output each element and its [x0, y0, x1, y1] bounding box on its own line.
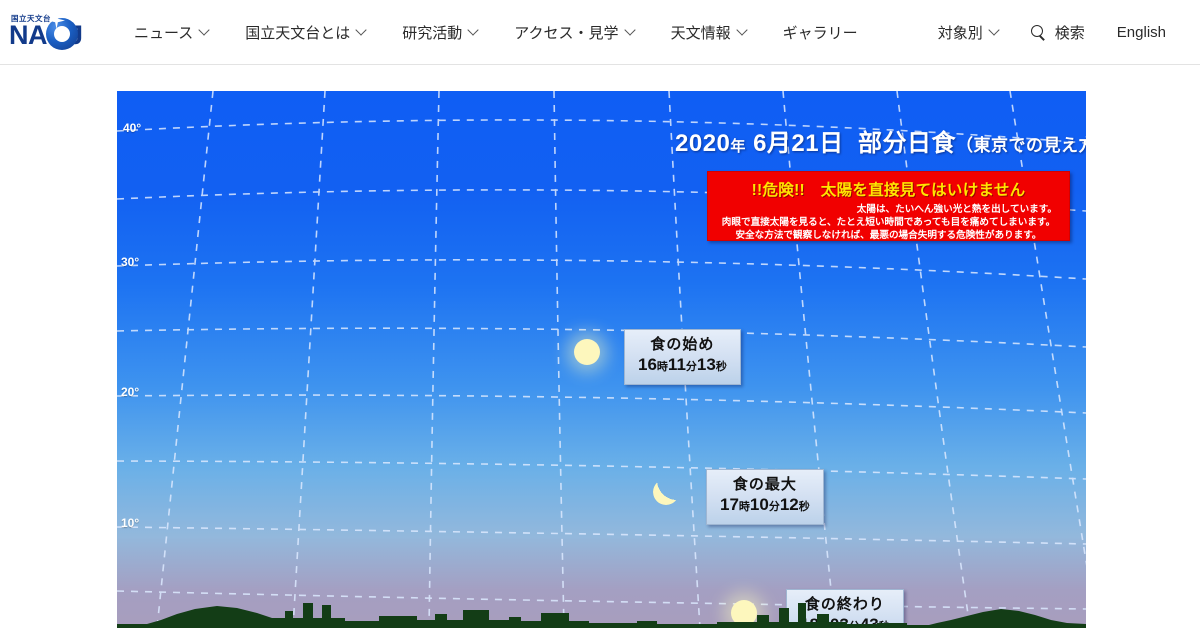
eclipse-figure-container: 40° 30° 20° 10° 2020年 6月21日 部分日食（東京での見え方…: [0, 65, 1200, 628]
chevron-down-icon: [200, 26, 209, 35]
nav-item-access[interactable]: アクセス・見学: [496, 0, 652, 65]
warning-line-3: 安全な方法で観察しなければ、最悪の場合失明する危険性があります。: [735, 230, 1042, 241]
horizon-silhouette: [117, 603, 1086, 628]
event-time-eclipse-start: 16時11分13秒: [638, 355, 727, 374]
chevron-down-icon: [738, 26, 747, 35]
utility-navigation: 対象別 検索 English: [922, 0, 1182, 65]
altitude-label-10: 10°: [121, 516, 140, 530]
figure-title-event: 部分日食: [857, 130, 956, 157]
nav-item-astro-info[interactable]: 天文情報: [653, 0, 765, 65]
figure-title: 2020年 6月21日 部分日食（東京での見え方）: [675, 123, 1086, 158]
altitude-label-30: 30°: [121, 255, 140, 269]
event-name-eclipse-start: 食の始め: [650, 336, 715, 353]
nav-item-label: ニュース: [134, 24, 194, 42]
chevron-down-icon: [626, 26, 635, 35]
search-icon: [1030, 25, 1046, 40]
language-english-link[interactable]: English: [1101, 0, 1182, 65]
figure-title-date: 6月21日: [753, 130, 844, 157]
nav-item-label: 対象別: [937, 25, 983, 42]
figure-title-note: （東京での見え方）: [955, 136, 1086, 155]
warning-heading: !!危険!! 太陽を直接見てはいけません: [751, 182, 1026, 199]
nav-item-about[interactable]: 国立天文台とは: [227, 0, 384, 65]
warning-line-1: 太陽は、たいへん強い光と熱を出しています。: [856, 204, 1057, 215]
chevron-down-icon: [469, 26, 478, 35]
event-box-eclipse-start: 食の始め 16時11分13秒: [624, 329, 741, 385]
search-label: 検索: [1054, 25, 1085, 42]
warning-line-2: 肉眼で直接太陽を見ると、たとえ短い時間であっても目を痛めてしまいます。: [721, 217, 1056, 228]
event-name-eclipse-maximum: 食の最大: [732, 476, 797, 493]
nav-item-label: 研究活動: [402, 24, 463, 42]
nav-item-research[interactable]: 研究活動: [384, 0, 496, 65]
event-time-eclipse-maximum: 17時10分12秒: [720, 495, 810, 514]
primary-navigation: ニュース 国立天文台とは 研究活動 アクセス・見学 天文情報 ギャラリー: [116, 0, 876, 65]
event-box-eclipse-maximum: 食の最大 17時10分12秒: [706, 469, 824, 525]
safety-warning-box: !!危険!! 太陽を直接見てはいけません 太陽は、たいへん強い光と熱を出していま…: [707, 171, 1070, 241]
figure-title-year-unit: 年: [730, 138, 746, 155]
nav-item-gallery[interactable]: ギャラリー: [765, 0, 876, 65]
naoj-logo[interactable]: 国立天文台 NA J: [8, 10, 94, 54]
chevron-down-icon: [990, 26, 999, 35]
globe-icon: [46, 18, 78, 50]
nav-item-news[interactable]: ニュース: [116, 0, 227, 65]
nav-item-label: 天文情報: [670, 24, 731, 42]
nav-item-label: アクセス・見学: [514, 24, 619, 42]
site-header: 国立天文台 NA J ニュース 国立天文台とは 研究活動 アクセス・見学 天文情…: [0, 0, 1200, 65]
search-button[interactable]: 検索: [1015, 0, 1101, 65]
figure-title-year: 2020: [675, 130, 731, 157]
altitude-label-40: 40°: [123, 121, 142, 135]
warning-body: 太陽は、たいへん強い光と熱を出しています。 肉眼で直接太陽を見ると、たとえ短い時…: [716, 203, 1061, 242]
nav-item-label: 国立天文台とは: [245, 24, 351, 42]
nav-item-audience[interactable]: 対象別: [922, 0, 1015, 65]
sun-marker-eclipse-maximum: [653, 479, 679, 505]
sun-marker-eclipse-start: [574, 339, 600, 365]
language-label: English: [1116, 24, 1166, 41]
sky-diagram: 40° 30° 20° 10° 2020年 6月21日 部分日食（東京での見え方…: [117, 91, 1086, 628]
chevron-down-icon: [357, 26, 366, 35]
altitude-label-20: 20°: [121, 385, 140, 399]
nav-item-label: ギャラリー: [782, 24, 858, 42]
